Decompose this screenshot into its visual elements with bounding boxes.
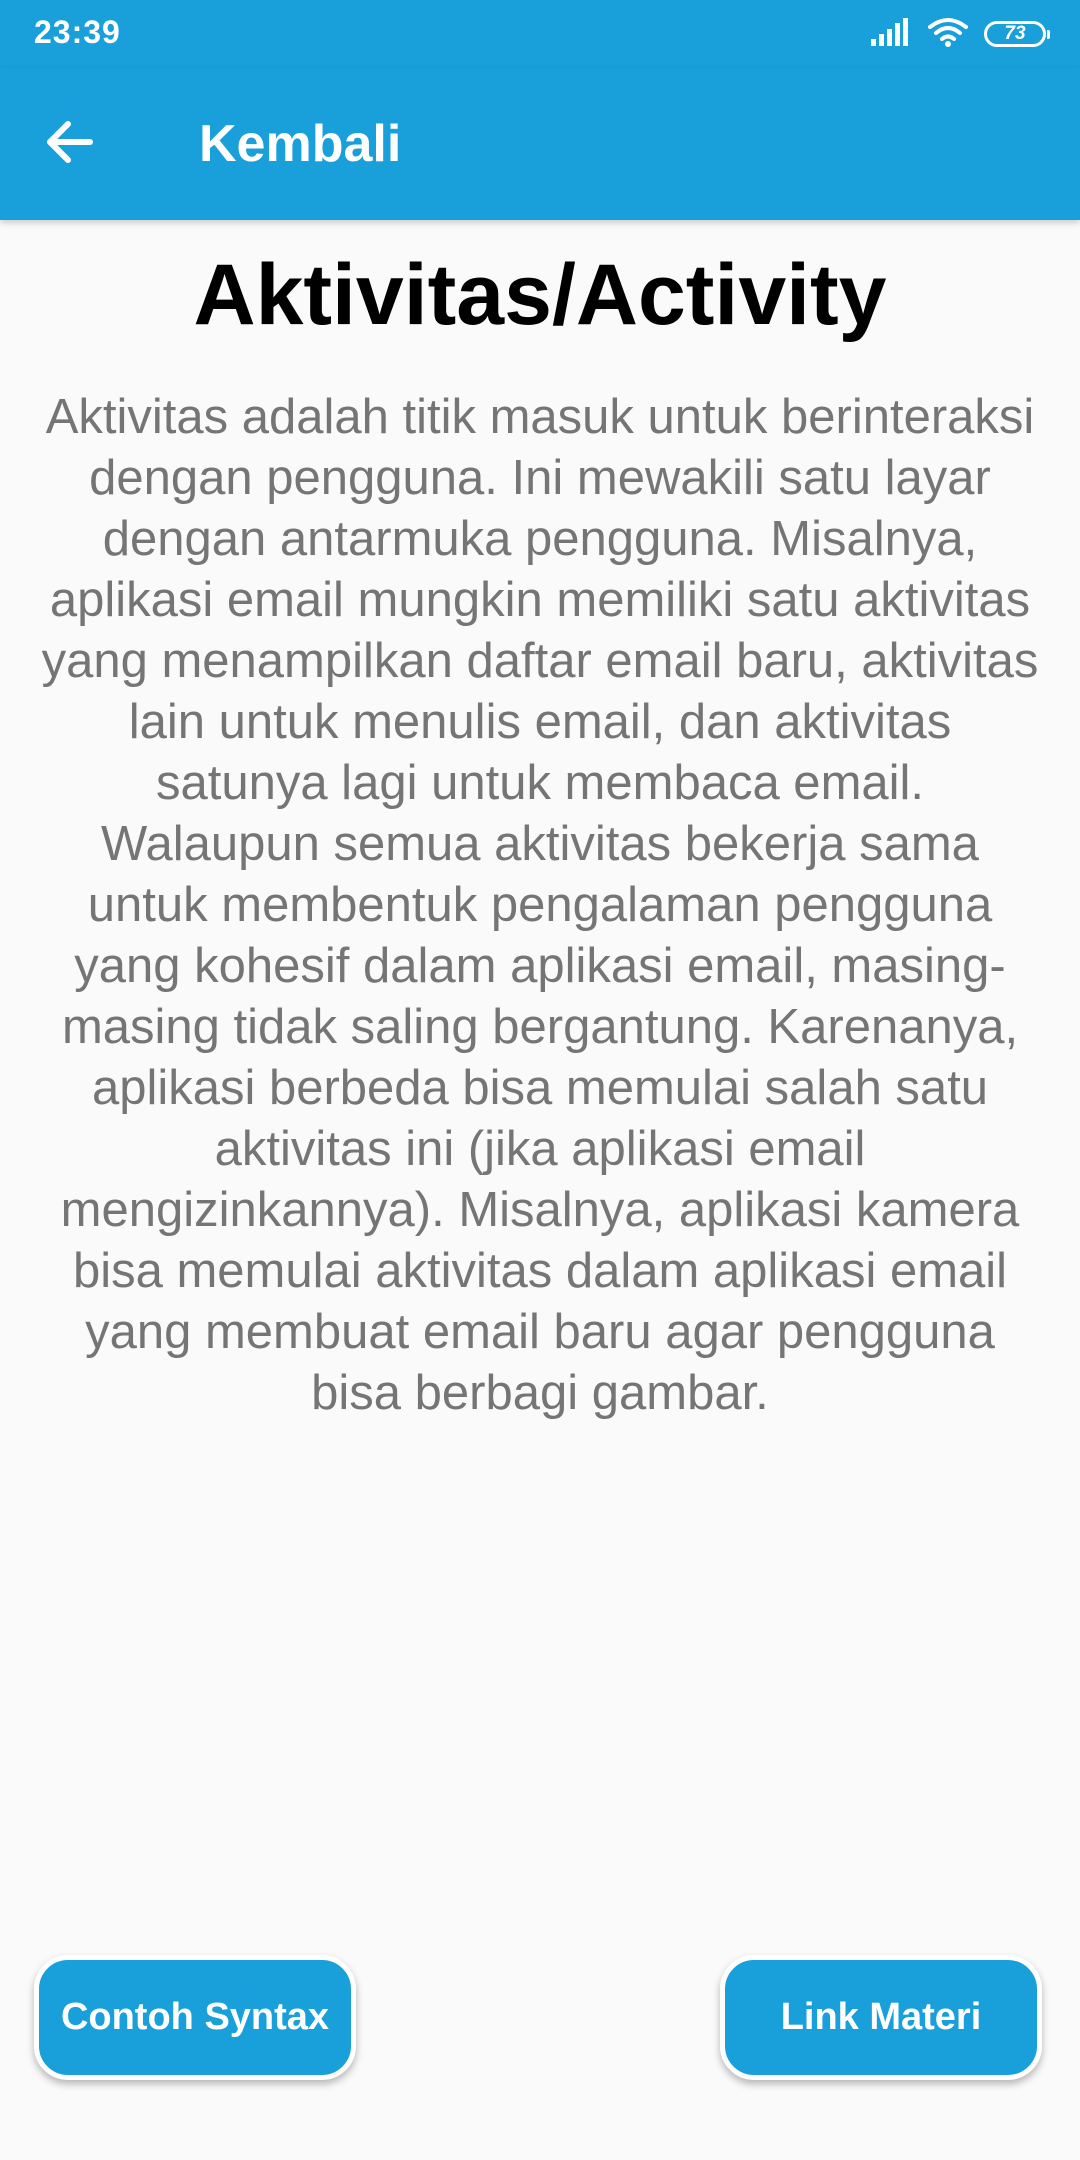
status-icons: 73 [870,16,1050,52]
app-bar: Kembali [0,68,1080,220]
main-content: Aktivitas/Activity Aktivitas adalah titi… [40,220,1040,1424]
page-title: Aktivitas/Activity [193,247,887,343]
battery-level: 73 [1004,23,1026,44]
contoh-syntax-button[interactable]: Contoh Syntax [34,1955,356,2080]
app-bar-title: Kembali [199,115,402,173]
link-materi-button[interactable]: Link Materi [720,1955,1042,2080]
battery-icon: 73 [984,21,1050,47]
status-time: 23:39 [34,14,121,50]
signal-icon [870,17,912,52]
description-text: Aktivitas adalah titik masuk untuk berin… [41,389,1039,1420]
arrow-back-icon [44,116,96,173]
status-bar: 23:39 73 [0,0,1080,68]
back-button[interactable] [30,104,110,184]
wifi-icon [928,17,968,52]
